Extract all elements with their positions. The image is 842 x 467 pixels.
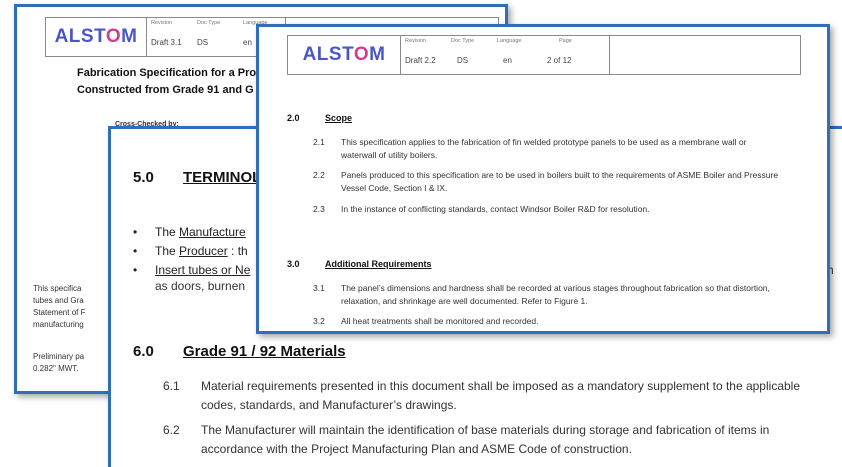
item-number: 2.2 [313,170,325,180]
item-number: 3.1 [313,283,325,293]
section-number: 3.0 [287,259,300,269]
intro-paragraph-line: manufacturing [33,320,84,329]
section-title-materials: Grade 91 / 92 Materials [183,343,346,360]
item-text: The panel’s dimensions and hardness shal… [341,283,770,306]
language-value: en [243,38,252,47]
doc-type-value: DS [197,38,209,47]
item-number: 2.3 [313,204,325,214]
alstom-logo: ALSTOM [288,36,401,74]
section-number: 2.0 [287,113,300,123]
terminology-bullet: The Producer : th [133,244,248,258]
page-number: 2 of 12 [547,56,572,65]
revision-value: Draft 2.2 [405,56,436,65]
doc-type-value: DS [457,56,469,65]
alstom-logo: ALSTOM [46,18,147,56]
item-number: 3.2 [313,316,325,326]
revision-value: Draft 3.1 [151,38,182,47]
item-number: 6.2 [163,423,180,437]
preliminary-paragraph-line: 0.282" MWT. [33,364,79,373]
item-number: 2.1 [313,137,325,147]
item-text: The Manufacturer will maintain the ident… [201,423,770,456]
terminology-bullet: The Manufacture [133,225,246,239]
item-text: In the instance of conflicting standards… [341,204,650,214]
document-title-line-1: Fabrication Specification for a Proj [77,67,260,79]
item-text: Material requirements presented in this … [201,379,801,412]
item-text: This specification applies to the fabric… [341,137,747,160]
intro-paragraph-line: Statement of F [33,308,86,317]
document-title-line-2: Constructed from Grade 91 and G [77,84,254,96]
section-title-scope: Scope [325,113,353,123]
preliminary-paragraph-line: Preliminary pa [33,352,85,361]
item-text: All heat treatments shall be monitored a… [341,316,539,326]
section-title-terminology: TERMINOL [183,169,262,186]
item-text: Panels produced to this specification ar… [341,170,779,193]
document-page-front: ALSTOM Revision Draft 2.2 Doc Type DS Lang… [256,24,830,334]
item-number: 6.1 [163,379,180,393]
intro-paragraph-line: tubes and Gra [33,296,84,305]
header-meta: Revision Draft 2.2 Doc Type DS Language en … [401,36,610,74]
page-header: ALSTOM Revision Draft 2.2 Doc Type DS Lang… [287,35,801,75]
section-number: 6.0 [133,343,154,360]
section-number: 5.0 [133,169,154,186]
terminology-bullet: Insert tubes or Ne [133,263,250,277]
language-value: en [503,56,512,65]
section-title-additional-requirements: Additional Requirements [325,259,432,269]
intro-paragraph-line: This specifica [33,284,82,293]
